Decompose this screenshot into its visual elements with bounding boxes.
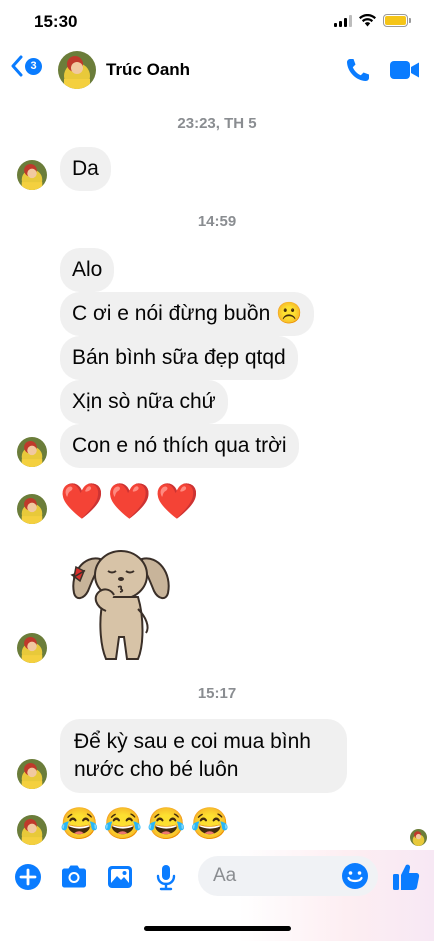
message-composer [0,850,434,941]
unread-count-badge: 3 [25,57,42,75]
signal-icon [334,14,352,27]
status-icons [334,14,411,27]
microphone-icon[interactable] [151,862,181,892]
message-bubble[interactable]: C ơi e nói đừng buồn ☹️ [60,292,315,336]
message-bubble[interactable]: Xịn sò nữa chứ [60,380,228,424]
laughing-emoji-message[interactable]: 😂😂😂😂 [60,804,234,844]
video-camera-icon[interactable] [389,58,421,82]
message-bubble[interactable]: Con e nó thích qua trời [60,424,299,468]
message-bubble[interactable]: Da [60,147,111,191]
camera-icon[interactable] [59,862,89,892]
avatar-image [17,633,47,663]
message-bubble[interactable]: Alo [60,248,115,292]
status-time: 15:30 [34,12,78,31]
heart-emoji-message[interactable]: ❤️❤️❤️ [60,482,203,522]
back-button[interactable]: 3 [10,55,42,77]
timestamp: 23:23, TH 5 [177,115,257,132]
sender-avatar[interactable] [17,494,47,524]
plus-icon[interactable] [13,862,43,892]
emoji-icon[interactable] [341,862,369,890]
timestamp: 15:17 [197,685,237,702]
sender-avatar[interactable] [17,759,47,789]
status-bar: 15:30 [0,0,434,44]
sender-avatar[interactable] [17,633,47,663]
avatar-image [58,51,96,89]
avatar-image [17,759,47,789]
avatar-image [17,160,47,190]
avatar-image [17,494,47,524]
sender-avatar[interactable] [17,437,47,467]
wifi-icon [359,14,376,27]
contact-avatar[interactable] [58,51,96,89]
avatar-image [17,437,47,467]
puppy-sticker[interactable] [62,541,180,665]
chat-header: 3 Trúc Oanh [0,44,434,98]
message-bubble[interactable]: Bán bình sữa đẹp qtqd [60,336,298,380]
chevron-left-icon [11,55,23,77]
image-icon[interactable] [105,862,135,892]
sender-avatar[interactable] [17,815,47,845]
read-receipt-avatar [410,829,427,846]
contact-name[interactable]: Trúc Oanh [106,60,190,80]
timestamp: 14:59 [197,213,237,230]
battery-icon [383,14,411,27]
home-indicator[interactable] [144,926,291,931]
avatar-image [17,815,47,845]
thumbs-up-icon[interactable] [390,861,422,893]
avatar-image [410,829,427,846]
phone-icon[interactable] [344,56,372,84]
sender-avatar[interactable] [17,160,47,190]
message-bubble[interactable]: Để kỳ sau e coi mua bình nước cho bé luô… [60,719,347,793]
